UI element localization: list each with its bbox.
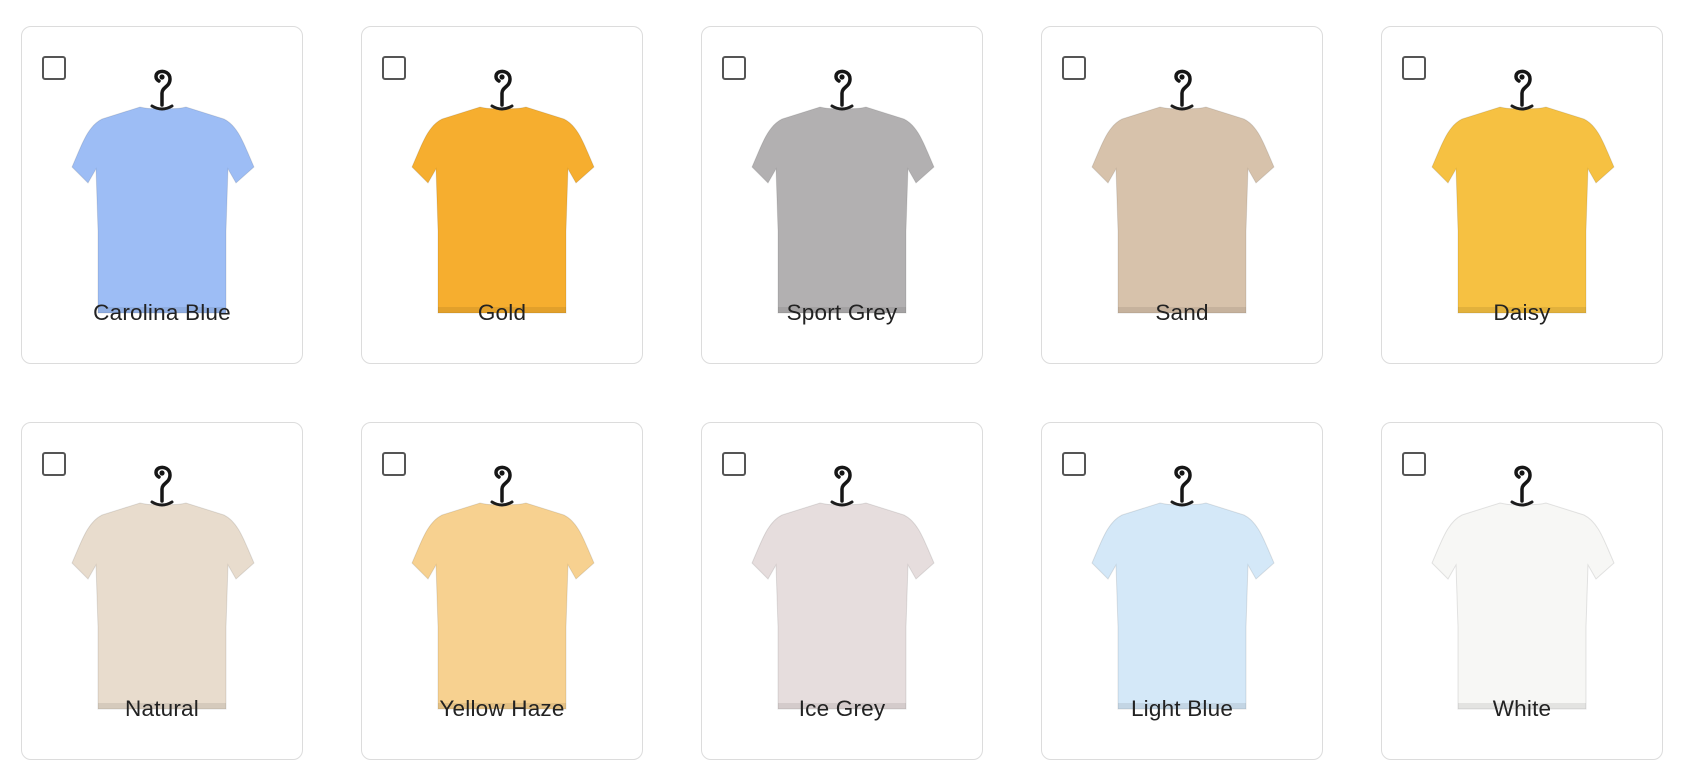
hanger-knob — [499, 74, 505, 80]
color-card-white[interactable]: White — [1381, 422, 1663, 760]
color-name-label: Natural — [125, 696, 199, 721]
color-name-label: Daisy — [1493, 300, 1551, 325]
hanger-knob — [159, 470, 165, 476]
tshirt-body — [751, 106, 935, 314]
color-card-light-blue[interactable]: Light Blue — [1041, 422, 1323, 760]
hanger-knob — [1179, 74, 1185, 80]
color-name-label: Ice Grey — [798, 696, 886, 721]
tshirt-body — [751, 502, 935, 710]
tshirt-image — [411, 465, 595, 710]
tshirt-body — [1431, 502, 1615, 710]
color-name-label: Yellow Haze — [439, 696, 565, 721]
hanger-knob — [839, 470, 845, 476]
color-card-yellow-haze[interactable]: Yellow Haze — [361, 422, 643, 760]
tshirt-body — [411, 106, 595, 314]
tshirt-image — [71, 69, 255, 314]
tshirt-body — [71, 106, 255, 314]
hanger-knob — [499, 470, 505, 476]
color-card-sand[interactable]: Sand — [1041, 26, 1323, 364]
tshirt-image — [1431, 465, 1615, 710]
hanger-knob — [1179, 470, 1185, 476]
color-name-label: Sand — [1155, 300, 1209, 325]
color-card-gold[interactable]: Gold — [361, 26, 643, 364]
color-swatch-grid: Carolina Blue Gold Sport Grey Sand Daisy… — [0, 0, 1684, 780]
color-checkbox[interactable] — [42, 452, 66, 476]
color-card-sport-grey[interactable]: Sport Grey — [701, 26, 983, 364]
tshirt-image — [1091, 465, 1275, 710]
color-checkbox[interactable] — [1402, 452, 1426, 476]
color-checkbox[interactable] — [382, 452, 406, 476]
tshirt-body — [1091, 106, 1275, 314]
color-checkbox[interactable] — [722, 452, 746, 476]
color-checkbox[interactable] — [382, 56, 406, 80]
color-name-label: Carolina Blue — [93, 300, 231, 325]
color-card-carolina-blue[interactable]: Carolina Blue — [21, 26, 303, 364]
tshirt-body — [1091, 502, 1275, 710]
hanger-knob — [1519, 470, 1525, 476]
tshirt-image — [751, 465, 935, 710]
tshirt-image — [1091, 69, 1275, 314]
color-card-ice-grey[interactable]: Ice Grey — [701, 422, 983, 760]
tshirt-body — [411, 502, 595, 710]
color-checkbox[interactable] — [42, 56, 66, 80]
color-card-daisy[interactable]: Daisy — [1381, 26, 1663, 364]
color-checkbox[interactable] — [1402, 56, 1426, 80]
color-name-label: White — [1492, 696, 1552, 721]
hanger-knob — [159, 74, 165, 80]
color-card-natural[interactable]: Natural — [21, 422, 303, 760]
tshirt-image — [1431, 69, 1615, 314]
hanger-knob — [839, 74, 845, 80]
tshirt-image — [71, 465, 255, 710]
tshirt-body — [1431, 106, 1615, 314]
color-checkbox[interactable] — [1062, 56, 1086, 80]
color-name-label: Gold — [477, 300, 527, 325]
color-name-label: Light Blue — [1130, 696, 1234, 721]
tshirt-image — [411, 69, 595, 314]
tshirt-body — [71, 502, 255, 710]
hanger-knob — [1519, 74, 1525, 80]
color-checkbox[interactable] — [722, 56, 746, 80]
color-name-label: Sport Grey — [786, 300, 898, 325]
tshirt-image — [751, 69, 935, 314]
color-checkbox[interactable] — [1062, 452, 1086, 476]
